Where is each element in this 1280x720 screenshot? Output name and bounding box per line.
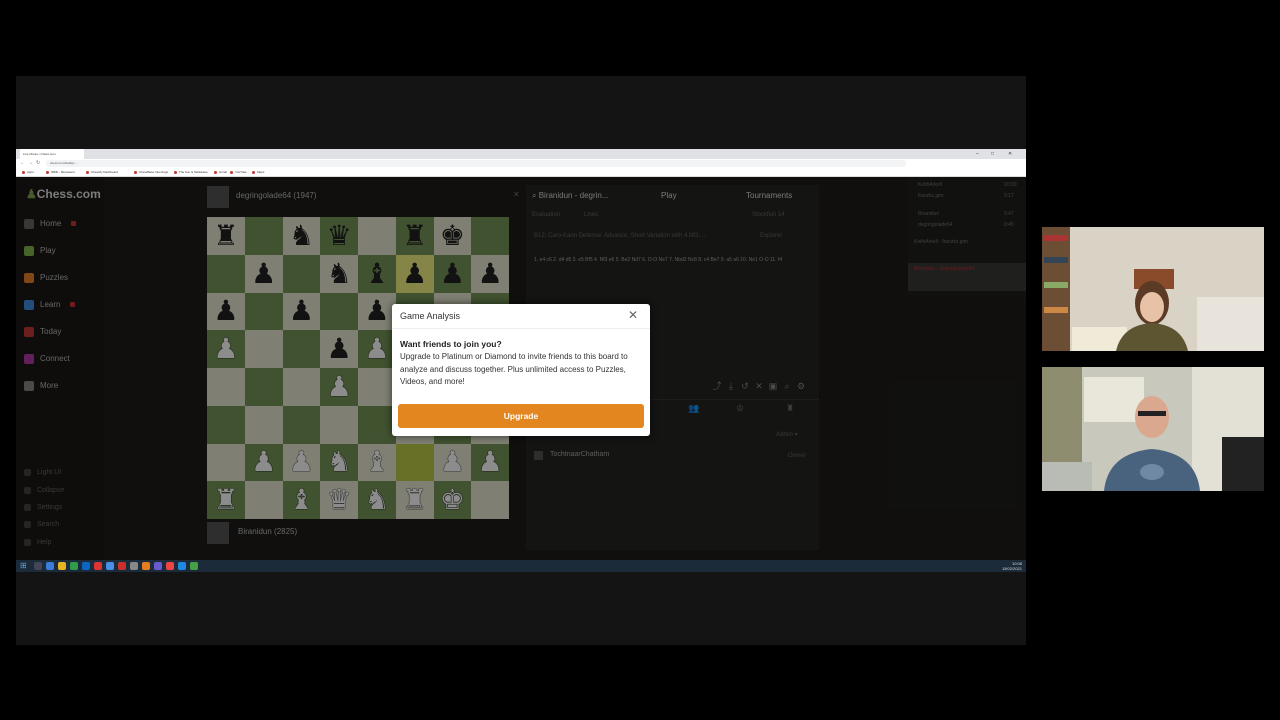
taskbar-app-icon[interactable]	[190, 562, 198, 570]
clock-date: 15/02/2021	[1001, 566, 1022, 571]
taskbar-app-icon[interactable]	[142, 562, 150, 570]
back-icon[interactable]: ←	[20, 159, 25, 168]
bookmark[interactable]: The Sun & Tablebase	[174, 168, 208, 176]
bookmark[interactable]: ChessBase Openings	[134, 168, 168, 176]
bookmark[interactable]: Chessify Dashboard	[86, 168, 118, 176]
taskbar-app-icon[interactable]	[106, 562, 114, 570]
taskbar-clock[interactable]: 10:08 15/02/2021	[1002, 561, 1022, 571]
taskbar-app-icon[interactable]	[94, 562, 102, 570]
taskbar-app-icon[interactable]	[70, 562, 78, 570]
maximize-icon[interactable]: □	[991, 149, 994, 159]
modal-divider	[392, 328, 650, 329]
webcam-feed-woman	[1042, 227, 1264, 351]
reload-icon[interactable]: ↻	[36, 159, 40, 168]
webcam-feed-man	[1042, 367, 1264, 491]
webcam-image	[1042, 227, 1264, 351]
bookmarks-bar: Apps IMDb - Reviewers Chessify Dashboard…	[16, 168, 1026, 177]
modal-body-text: Upgrade to Platinum or Diamond to invite…	[400, 352, 628, 386]
bookmark[interactable]: Apps	[22, 168, 34, 176]
url-field[interactable]: chess.com/live#g=...	[46, 160, 906, 167]
game-analysis-modal: Game Analysis ✕ Want friends to join you…	[392, 304, 650, 436]
modal-heading: Want friends to join you?	[400, 339, 502, 349]
minimize-icon[interactable]: –	[976, 149, 979, 159]
taskbar-app-icon[interactable]	[82, 562, 90, 570]
close-window-icon[interactable]: ✕	[1008, 149, 1012, 159]
address-bar: ← → ↻ chess.com/live#g=...	[16, 159, 1026, 168]
modal-title: Game Analysis	[400, 311, 461, 321]
bookmark[interactable]: Gmail	[214, 168, 227, 176]
taskbar-app-icon[interactable]	[34, 562, 42, 570]
browser-tab-bar: Live Chess • Chess.com – □ ✕	[16, 149, 1026, 159]
bookmark[interactable]: Maps	[252, 168, 264, 176]
bookmark[interactable]: YouTube	[230, 168, 247, 176]
taskbar-app-icon[interactable]	[154, 562, 162, 570]
taskbar-app-icon[interactable]	[130, 562, 138, 570]
forward-icon[interactable]: →	[28, 159, 33, 168]
browser-tab[interactable]: Live Chess • Chess.com	[20, 149, 84, 159]
windows-start-icon[interactable]: ⊞	[20, 560, 27, 572]
taskbar-app-icon[interactable]	[178, 562, 186, 570]
upgrade-button[interactable]: Upgrade	[398, 404, 644, 428]
taskbar-app-icon[interactable]	[46, 562, 54, 570]
taskbar-app-icon[interactable]	[118, 562, 126, 570]
taskbar-app-icon[interactable]	[166, 562, 174, 570]
close-icon[interactable]: ✕	[628, 308, 638, 322]
webcam-image	[1042, 367, 1264, 491]
bookmark[interactable]: IMDb - Reviewers	[46, 168, 75, 176]
taskbar: ⊞ 10:08 15/02/2021	[16, 560, 1026, 572]
taskbar-app-icon[interactable]	[58, 562, 66, 570]
